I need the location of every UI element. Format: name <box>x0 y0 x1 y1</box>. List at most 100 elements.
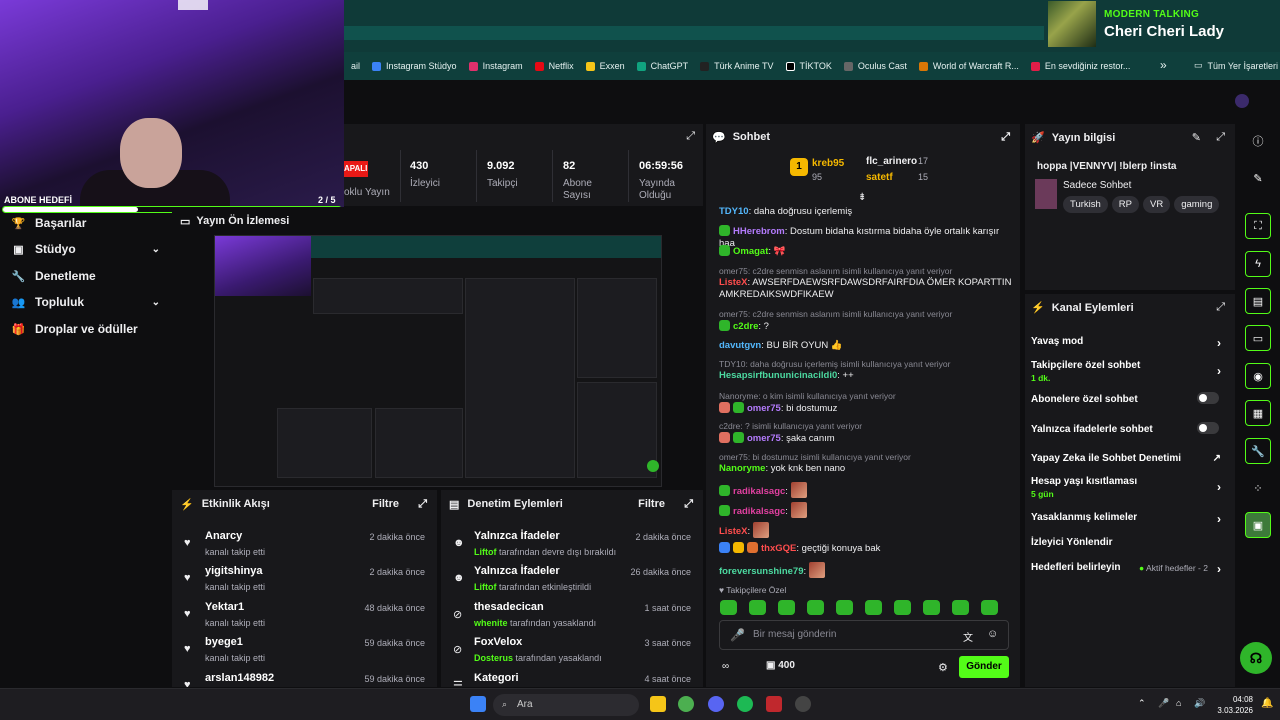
lightning-icon[interactable]: ϟ <box>1245 251 1271 277</box>
chat-message: TDY10: daha doğrusu içerlemiş <box>719 206 853 217</box>
bookmark[interactable]: TİKTOK <box>780 61 838 71</box>
bookmark[interactable]: World of Warcraft R... <box>913 61 1025 71</box>
bookmark[interactable]: Oculus Cast <box>838 61 913 71</box>
tray-chevron-icon[interactable]: ⌃ <box>1138 698 1146 709</box>
spotify-icon[interactable] <box>737 696 753 712</box>
subscribers-only-toggle[interactable] <box>1197 392 1219 404</box>
mic-icon[interactable]: 🎤 <box>1158 698 1169 709</box>
discord-icon[interactable] <box>708 696 724 712</box>
all-bookmarks-button[interactable]: ▭ Tüm Yer İşaretleri <box>1194 60 1278 71</box>
bookmarks-more-button[interactable]: » <box>1160 58 1167 72</box>
emote-bar[interactable] <box>720 600 998 615</box>
list-item: ⊘ FoxVelox Dosterus tarafından yasaklandı 3… <box>453 636 691 663</box>
app-icon[interactable]: ▣ <box>1245 512 1271 538</box>
nav-drops[interactable]: 🎁 Droplar ve ödüller <box>12 322 160 336</box>
popout-icon[interactable]: ⤢ <box>686 130 695 143</box>
goal-progress-fill <box>3 207 139 212</box>
folder-icon: ▭ <box>1194 60 1203 70</box>
tag[interactable]: RP <box>1111 196 1139 213</box>
bookmark[interactable]: Instagram <box>463 61 529 71</box>
taskbar-search[interactable]: Ara <box>493 694 639 716</box>
subscribers-only-action[interactable]: Abonelere özel sohbet <box>1031 392 1227 405</box>
heart-icon: ♥ <box>184 608 191 620</box>
popout-icon[interactable]: ⤢ <box>1216 131 1225 144</box>
gear-icon[interactable]: ⚙ <box>938 661 948 674</box>
chat-icon: 💬 <box>712 131 726 144</box>
popout-icon[interactable]: ⤢ <box>684 498 693 511</box>
mic-icon[interactable]: 🎤 <box>730 628 745 642</box>
tag[interactable]: gaming <box>1174 196 1220 213</box>
nav-moderation[interactable]: 🔧 Denetleme <box>12 269 160 283</box>
uptime: 06:59:56 <box>639 160 684 172</box>
windows-start-icon[interactable] <box>470 696 486 712</box>
network-icon[interactable]: ⌂ <box>1176 698 1181 708</box>
followers-only-action[interactable]: Takipçilere özel sohbet 1 dk. › <box>1031 360 1227 383</box>
panel-title: Sohbet <box>732 131 770 143</box>
set-goals-action[interactable]: Hedefleri belirleyin ● Aktif hedefler - 2… <box>1031 562 1227 576</box>
right-toolbar: ⓘ ✎ ⛶ ϟ ▤ ▭ ◉ ▦ 🔧 ⁘ ▣ ☊ <box>1238 124 1280 687</box>
chrome-icon[interactable] <box>678 696 694 712</box>
tag[interactable]: Turkish <box>1063 196 1108 213</box>
file-explorer-icon[interactable] <box>650 696 666 712</box>
info-icon[interactable]: ⓘ <box>1245 128 1271 154</box>
nav-community[interactable]: 👥 Topluluk ⌄ <box>12 295 160 309</box>
tag[interactable]: VR <box>1143 196 1171 213</box>
notes-icon[interactable]: ▤ <box>1245 288 1271 314</box>
popout-icon[interactable]: ⤢ <box>1216 301 1225 314</box>
account-age-action[interactable]: Hesap yaşı kısıtlaması 5 gün › <box>1031 476 1227 499</box>
now-playing-artist: MODERN TALKING <box>1104 8 1200 20</box>
panel-title: Kanal Eylemleri <box>1051 301 1134 314</box>
emotes-only-action[interactable]: Yalnızca ifadelerle sohbet <box>1031 422 1227 435</box>
stream-title: hoppa |VENNYV| !blerp !insta <box>1037 161 1177 172</box>
shield-icon: ▤ <box>449 498 460 511</box>
category-name: Sadece Sohbet <box>1063 180 1132 191</box>
bookmark[interactable]: ChatGPT <box>631 61 695 71</box>
bookmark[interactable]: Instagram Stüdyo <box>366 61 463 71</box>
list-item: ♥ Yektar1 kanalı takip etti 48 dakika önce <box>184 601 425 628</box>
chat-message: radikalsagc: <box>719 482 1014 498</box>
panel-title: Yayın bilgisi <box>1051 131 1116 144</box>
notification-icon[interactable]: 🔔 <box>1261 698 1273 709</box>
bookmark[interactable]: ail <box>345 61 366 71</box>
edit-icon[interactable]: ✎ <box>1245 165 1271 191</box>
volume-icon[interactable]: 🔊 <box>1194 698 1205 709</box>
redirect-viewers-action[interactable]: İzleyici Yönlendir <box>1031 537 1227 548</box>
chat-icon[interactable]: ▭ <box>1245 325 1271 351</box>
status-badge: APALI <box>344 161 368 177</box>
banned-words-action[interactable]: Yasaklanmış kelimeler › <box>1031 512 1227 526</box>
emoji-icon[interactable]: ☺ <box>987 628 998 640</box>
collapse-icon[interactable]: ⇟ <box>858 192 866 203</box>
users-icon[interactable]: ⁘ <box>1245 475 1271 501</box>
slow-mode-action[interactable]: Yavaş mod › <box>1031 336 1227 350</box>
bookmark[interactable]: Netflix <box>529 61 580 71</box>
send-button[interactable]: Gönder <box>959 656 1009 678</box>
stat-label: Takipçi <box>487 178 518 189</box>
popout-icon[interactable]: ⤢ <box>418 498 427 511</box>
layout-icon[interactable]: ▦ <box>1245 400 1271 426</box>
bookmark[interactable]: En sevdiğiniz restor... <box>1025 61 1137 71</box>
chat-message: radikalsagc: <box>719 502 1014 518</box>
bookmark[interactable]: Exxen <box>580 61 631 71</box>
broadcast-icon[interactable]: ◉ <box>1245 363 1271 389</box>
popout-icon[interactable]: ⤢ <box>1001 131 1010 144</box>
support-icon[interactable]: ☊ <box>1240 642 1272 674</box>
obs-app-icon[interactable] <box>766 696 782 712</box>
clock[interactable]: 04:08 3.03.2026 <box>1217 694 1253 716</box>
wrench-icon[interactable]: 🔧 <box>1245 438 1271 464</box>
emotes-only-toggle[interactable] <box>1197 422 1219 434</box>
screenshot-icon[interactable]: ⛶ <box>1245 213 1271 239</box>
bookmark[interactable]: Türk Anime TV <box>694 61 779 71</box>
app-icon[interactable] <box>795 696 811 712</box>
ai-moderation-action[interactable]: Yapay Zeka ile Sohbet Denetimi ↗ <box>1031 453 1227 464</box>
category-icon: ☰ <box>453 680 463 687</box>
nav-studio[interactable]: ▣ Stüdyo ⌄ <box>12 242 160 256</box>
list-item: ⊘ thesadecican whenite tarafından yasaklan… <box>453 601 691 628</box>
translate-icon[interactable]: 文 <box>963 629 973 644</box>
infinity-icon[interactable]: ∞ <box>722 661 729 672</box>
channel-points[interactable]: ▣ 400 <box>766 660 795 671</box>
profile-avatar[interactable] <box>1235 94 1249 108</box>
edit-icon[interactable]: ✎ <box>1192 131 1201 144</box>
filter-button[interactable]: Filtre <box>372 498 399 510</box>
preview-video[interactable] <box>214 235 662 487</box>
filter-button[interactable]: Filtre <box>638 498 665 510</box>
